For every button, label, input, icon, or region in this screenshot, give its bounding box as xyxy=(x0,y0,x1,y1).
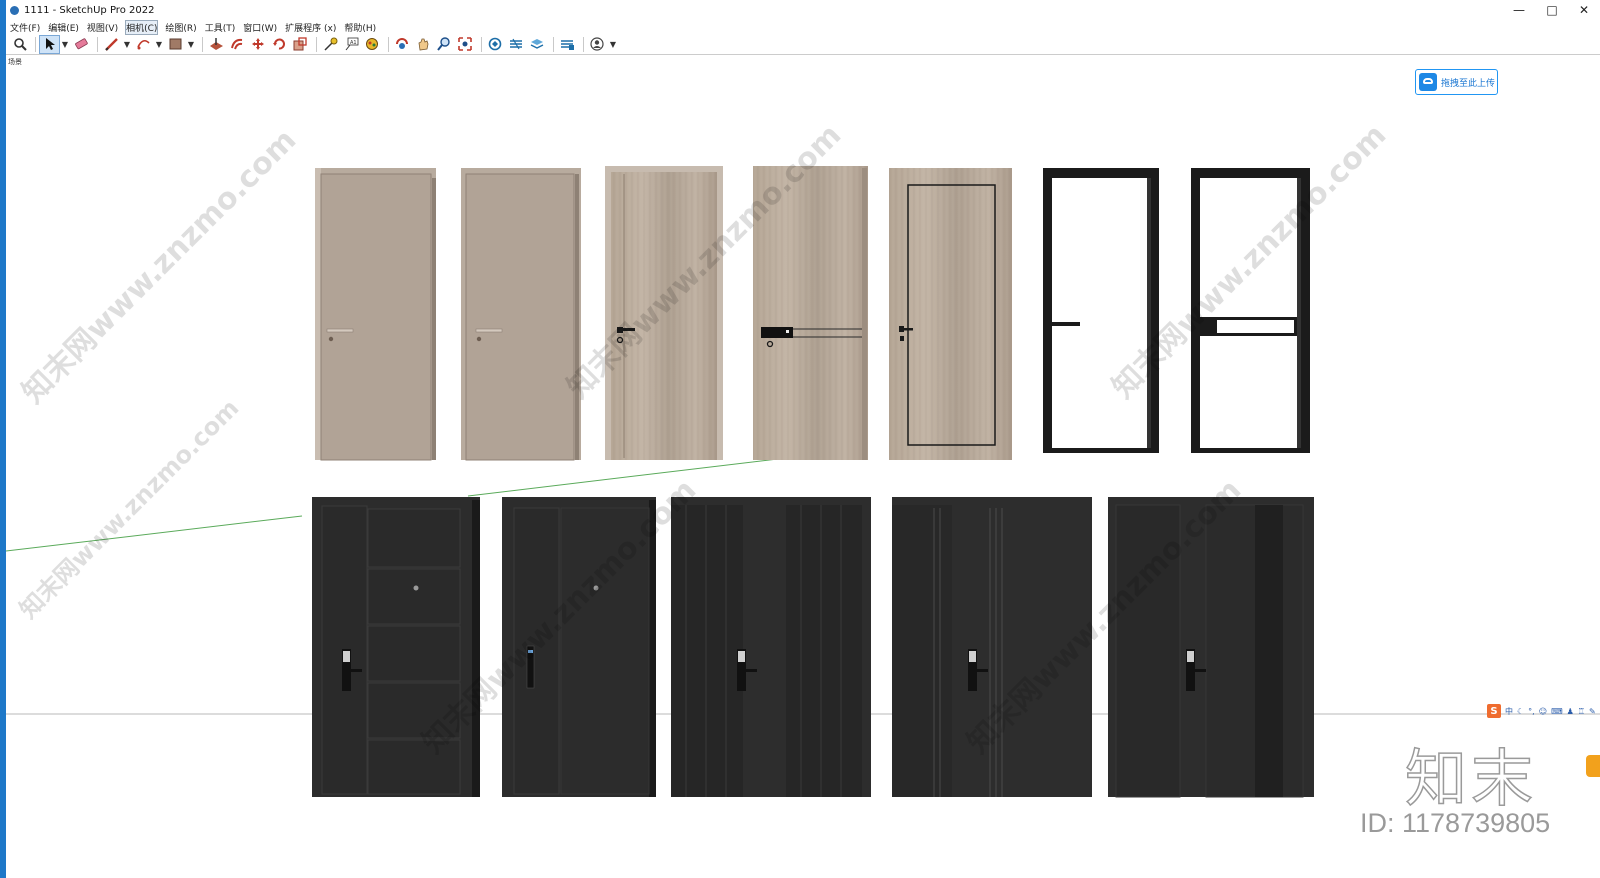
toolbar-separator xyxy=(583,36,584,52)
wrench-icon[interactable]: ✎ xyxy=(1589,707,1596,716)
menu-tools[interactable]: 工具(T) xyxy=(205,21,236,34)
punctuation-icon[interactable]: °, xyxy=(1528,707,1535,716)
door-model-black-security-panels[interactable] xyxy=(312,497,480,797)
rectangle-shape-icon[interactable] xyxy=(166,36,185,53)
main-toolbar: ▼ ▼ ▼ ▼ A1 ▼ xyxy=(6,34,1600,55)
cloud-upload-icon xyxy=(1419,73,1437,91)
chevron-down-icon[interactable]: ▼ xyxy=(609,36,617,53)
menu-file[interactable]: 文件(F) xyxy=(10,21,40,34)
paint-bucket-icon[interactable] xyxy=(363,36,382,53)
minimize-button[interactable]: — xyxy=(1504,0,1534,20)
toolbar-separator xyxy=(202,36,203,52)
search-icon[interactable] xyxy=(10,36,29,53)
menu-camera[interactable]: 相机(C) xyxy=(125,19,159,35)
menu-draw[interactable]: 绘图(R) xyxy=(165,21,196,34)
shirt-icon[interactable]: ♖ xyxy=(1578,707,1585,716)
menu-extensions[interactable]: 扩展程序 (x) xyxy=(285,21,336,34)
door-model-black-double-stripe[interactable] xyxy=(1108,497,1314,798)
ime-mode-label[interactable]: 中 xyxy=(1505,706,1513,717)
door-model-black-frame-glass[interactable] xyxy=(1043,168,1159,453)
select-arrow-icon[interactable] xyxy=(39,34,60,54)
sketchup-window: 1111 - SketchUp Pro 2022 — □ ✕ 文件(F) 编辑(… xyxy=(0,0,1600,878)
close-button[interactable]: ✕ xyxy=(1569,0,1599,20)
extension-warehouse-icon[interactable] xyxy=(507,36,526,53)
door-model-plain-taupe-2[interactable] xyxy=(461,168,581,461)
chevron-down-icon[interactable]: ▼ xyxy=(187,36,195,53)
menu-edit[interactable]: 编辑(E) xyxy=(48,21,79,34)
emoji-icon[interactable]: ☺ xyxy=(1539,707,1547,716)
zoom-extents-icon[interactable] xyxy=(456,36,475,53)
upload-button[interactable]: 拖拽至此上传 xyxy=(1415,69,1498,95)
toolbar-separator xyxy=(388,36,389,52)
maximize-button[interactable]: □ xyxy=(1537,0,1567,20)
rotate-icon[interactable] xyxy=(270,36,289,53)
keyboard-icon[interactable]: ⌨ xyxy=(1551,707,1563,716)
zoom-icon[interactable] xyxy=(435,36,454,53)
window-title: 1111 - SketchUp Pro 2022 xyxy=(24,4,155,16)
sketchup-app-icon xyxy=(10,5,19,15)
menu-view[interactable]: 视图(V) xyxy=(87,21,118,34)
svg-text:A1: A1 xyxy=(350,40,357,46)
toolbar-separator xyxy=(316,36,317,52)
toolbar-separator xyxy=(35,36,36,52)
menu-help[interactable]: 帮助(H) xyxy=(344,21,376,34)
brand-logo: 知末 xyxy=(1404,741,1538,816)
green-axis-line xyxy=(467,457,787,497)
toolbar-separator xyxy=(553,36,554,52)
green-axis-line xyxy=(6,515,303,552)
scale-icon[interactable] xyxy=(291,36,310,53)
user-icon[interactable]: ♟ xyxy=(1567,707,1574,716)
layers-icon[interactable] xyxy=(528,36,547,53)
pan-hand-icon[interactable] xyxy=(414,36,433,53)
toolbar-separator xyxy=(97,36,98,52)
title-bar: 1111 - SketchUp Pro 2022 xyxy=(6,0,1600,20)
tape-measure-icon[interactable] xyxy=(321,36,340,53)
extension-manager-icon[interactable] xyxy=(558,36,577,53)
orbit-icon[interactable] xyxy=(393,36,412,53)
move-arrows-icon[interactable] xyxy=(249,36,268,53)
text-label-icon[interactable]: A1 xyxy=(342,36,361,53)
offset-icon[interactable] xyxy=(228,36,247,53)
eraser-icon[interactable] xyxy=(72,36,91,53)
menu-bar: 文件(F) 编辑(E) 视图(V) 相机(C) 绘图(R) 工具(T) 窗口(W… xyxy=(6,19,1600,35)
ime-toolbar[interactable]: S 中 ☾ °, ☺ ⌨ ♟ ♖ ✎ xyxy=(1487,704,1600,718)
menu-window[interactable]: 窗口(W) xyxy=(243,21,277,34)
chevron-down-icon[interactable]: ▼ xyxy=(123,36,131,53)
side-widget[interactable] xyxy=(1586,755,1600,777)
moon-icon[interactable]: ☾ xyxy=(1517,707,1524,716)
chevron-down-icon[interactable]: ▼ xyxy=(155,36,163,53)
user-account-icon[interactable] xyxy=(588,36,607,53)
door-model-black-double-ribbed-1[interactable] xyxy=(671,497,871,797)
upload-button-label: 拖拽至此上传 xyxy=(1441,78,1496,89)
push-pull-icon[interactable] xyxy=(207,36,226,53)
chevron-down-icon[interactable]: ▼ xyxy=(61,36,69,53)
door-model-wood-inset-line[interactable] xyxy=(889,168,1012,460)
3d-warehouse-icon[interactable] xyxy=(486,36,505,53)
arc-icon[interactable] xyxy=(134,36,153,53)
brand-id: ID: 1178739805 xyxy=(1360,808,1551,838)
pencil-line-icon[interactable] xyxy=(102,36,121,53)
door-model-plain-taupe-1[interactable] xyxy=(315,168,436,461)
toolbar-separator xyxy=(481,36,482,52)
sogou-ime-icon[interactable]: S xyxy=(1487,704,1501,718)
